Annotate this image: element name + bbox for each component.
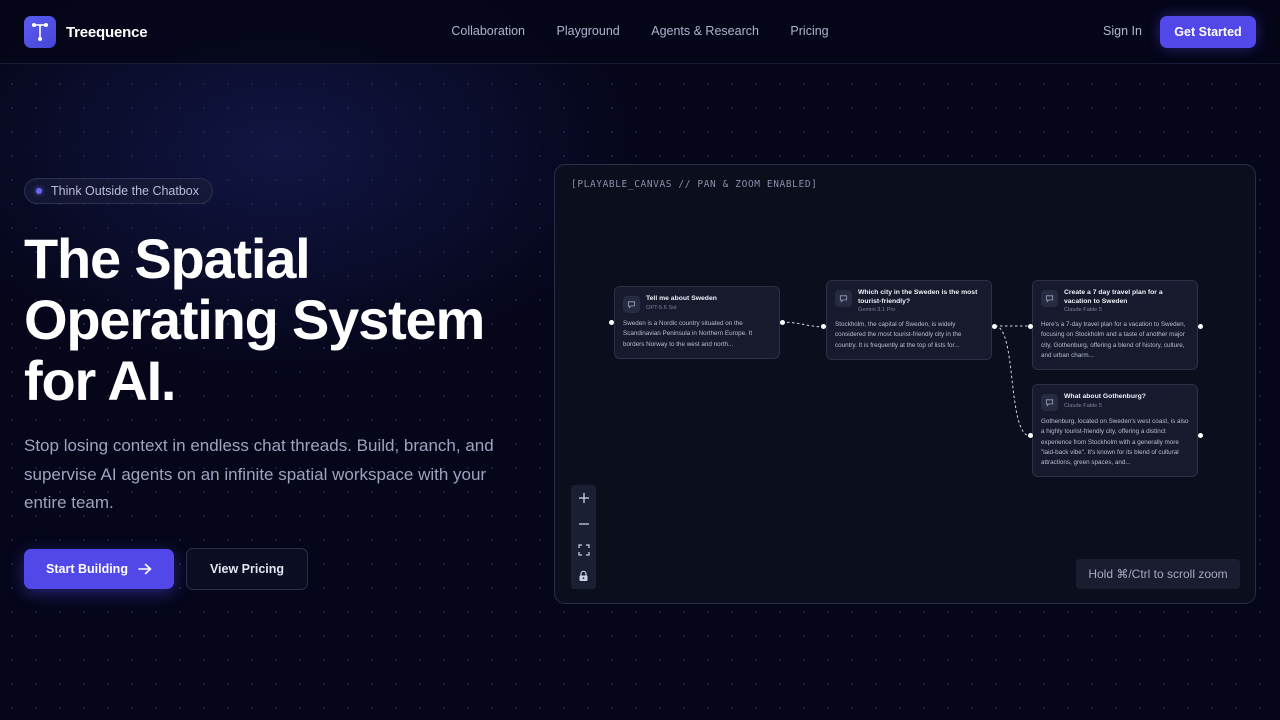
nav-link-playground[interactable]: Playground bbox=[557, 24, 620, 38]
lock-button[interactable] bbox=[571, 563, 596, 589]
hero-headline: The Spatial Operating System for AI. bbox=[24, 228, 544, 411]
fit-view-button[interactable] bbox=[571, 537, 596, 563]
node-model: Gemini 3.1 Pro bbox=[858, 307, 896, 313]
node-body: Here's a 7-day travel plan for a vacatio… bbox=[1041, 321, 1186, 359]
chat-node-travel-plan[interactable]: Create a 7 day travel plan for a vacatio… bbox=[1032, 280, 1198, 371]
node-input-port[interactable] bbox=[609, 320, 614, 325]
zoom-out-icon bbox=[578, 523, 589, 525]
nav-link-pricing[interactable]: Pricing bbox=[790, 24, 828, 38]
nav-link-collaboration[interactable]: Collaboration bbox=[451, 24, 525, 38]
headline-line: for AI. bbox=[24, 349, 176, 412]
chat-node-gothenburg[interactable]: What about Gothenburg? Claude Fable 5 Go… bbox=[1032, 384, 1198, 478]
nav-links: Collaboration Playground Agents & Resear… bbox=[0, 24, 1280, 38]
node-input-port[interactable] bbox=[1028, 433, 1033, 438]
zoom-controls bbox=[571, 485, 596, 589]
hero-badge-label: Think Outside the Chatbox bbox=[51, 184, 199, 198]
fit-view-icon bbox=[577, 544, 590, 556]
view-pricing-button[interactable]: View Pricing bbox=[186, 548, 308, 590]
sign-in-link[interactable]: Sign In bbox=[1103, 24, 1142, 38]
zoom-hint: Hold ⌘/Ctrl to scroll zoom bbox=[1076, 559, 1240, 589]
node-model: Claude Fable 5 bbox=[1064, 402, 1102, 409]
chat-node-sweden[interactable]: Tell me about Sweden OPT-5.6 Sol Sweden … bbox=[614, 286, 780, 359]
node-title: Tell me about Sweden bbox=[646, 295, 717, 302]
node-body: Stockholm, the capital of Sweden, is wid… bbox=[835, 321, 962, 349]
zoom-in-icon bbox=[578, 493, 589, 503]
top-nav: Treequence Collaboration Playground Agen… bbox=[0, 0, 1280, 64]
node-title: Create a 7 day travel plan for a vacatio… bbox=[1064, 289, 1163, 305]
headline-line: The Spatial bbox=[24, 227, 311, 290]
start-building-button[interactable]: Start Building bbox=[24, 549, 174, 589]
chat-bubble-icon bbox=[1041, 290, 1058, 307]
node-body: Sweden is a Nordic country situated on t… bbox=[623, 320, 753, 348]
node-model: Claude Fable 5 bbox=[1064, 307, 1102, 313]
zoom-out-button[interactable] bbox=[571, 511, 596, 537]
node-output-port[interactable] bbox=[780, 320, 785, 325]
headline-line: Operating System bbox=[24, 288, 485, 351]
nav-link-agents-research[interactable]: Agents & Research bbox=[651, 24, 759, 38]
edge-city-to-gothenburg bbox=[994, 325, 1031, 437]
zoom-in-button[interactable] bbox=[571, 485, 596, 511]
get-started-button[interactable]: Get Started bbox=[1160, 16, 1256, 48]
node-model: OPT-5.6 Sol bbox=[646, 304, 677, 311]
playable-canvas[interactable]: [PLAYABLE_CANVAS // PAN & ZOOM ENABLED] … bbox=[554, 164, 1256, 604]
arrow-right-icon bbox=[138, 563, 152, 575]
node-body: Gothenburg, located on Sweden's west coa… bbox=[1041, 418, 1189, 467]
chat-bubble-icon bbox=[835, 290, 852, 307]
node-title: Which city in the Sweden is the most tou… bbox=[858, 289, 978, 305]
chat-node-tourist-city[interactable]: Which city in the Sweden is the most tou… bbox=[826, 280, 992, 360]
node-output-port[interactable] bbox=[992, 324, 997, 329]
node-output-port[interactable] bbox=[1198, 433, 1203, 438]
lock-icon bbox=[579, 570, 588, 581]
node-input-port[interactable] bbox=[821, 324, 826, 329]
hero-subheadline: Stop losing context in endless chat thre… bbox=[24, 436, 494, 512]
badge-dot-icon bbox=[36, 188, 42, 194]
chat-bubble-icon bbox=[1041, 394, 1058, 411]
chat-bubble-icon bbox=[623, 296, 640, 313]
node-output-port[interactable] bbox=[1198, 324, 1203, 329]
edge-sweden-to-city bbox=[781, 321, 825, 328]
node-input-port[interactable] bbox=[1028, 324, 1033, 329]
node-title: What about Gothenburg? bbox=[1064, 393, 1146, 400]
start-building-label: Start Building bbox=[46, 562, 128, 576]
hero-badge: Think Outside the Chatbox bbox=[24, 178, 213, 204]
